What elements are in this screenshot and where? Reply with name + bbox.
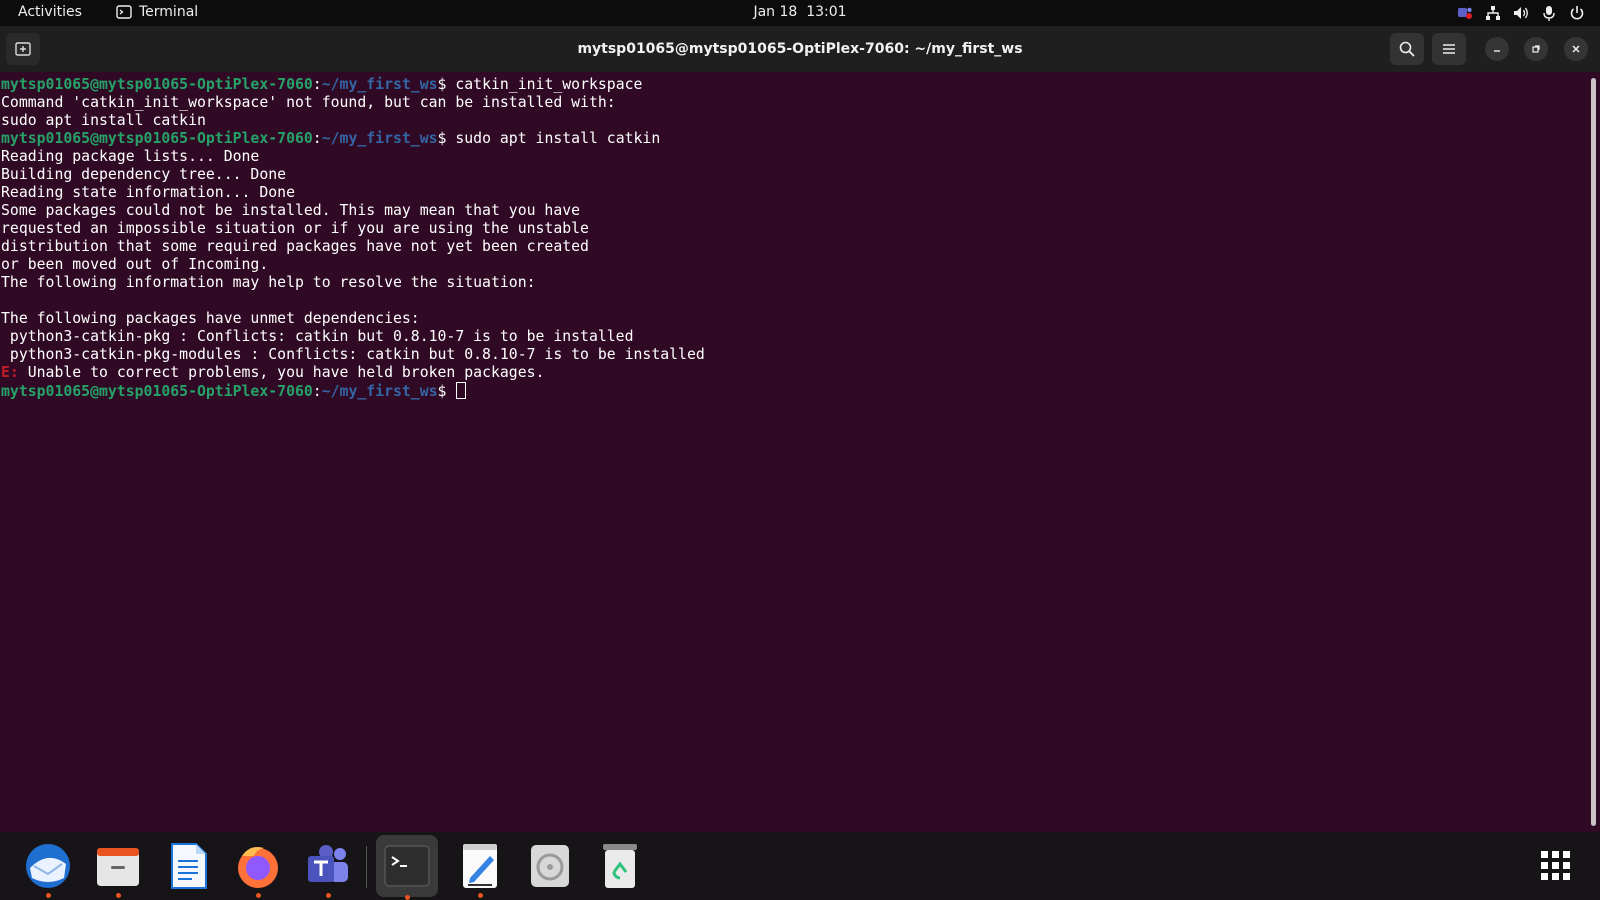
app-menu[interactable]: Terminal (116, 4, 198, 20)
clock: Jan 18 13:01 (0, 4, 1600, 20)
output-line: sudo apt install catkin (1, 112, 206, 129)
error-line: E: Unable to correct problems, you have … (1, 364, 1600, 382)
prompt-symbol: $ (437, 130, 456, 147)
prompt-user: mytsp01065@mytsp01065-OptiPlex-7060 (1, 76, 313, 93)
prompt-line: mytsp01065@mytsp01065-OptiPlex-7060:~/my… (1, 382, 1600, 400)
new-tab-icon (15, 42, 31, 56)
minimize-icon (1494, 50, 1500, 52)
dock-separator (366, 846, 367, 888)
dock-firefox[interactable] (232, 840, 284, 898)
running-indicator (478, 893, 483, 898)
prompt-line: mytsp01065@mytsp01065-OptiPlex-7060:~/my… (1, 76, 1600, 94)
dock-files[interactable] (92, 840, 144, 898)
minimize-button[interactable] (1485, 37, 1509, 61)
text-cursor[interactable] (456, 382, 467, 399)
output-line: Reading package lists... Done (1, 148, 260, 165)
files-icon (97, 848, 139, 886)
output-line: requested an impossible situation or if … (1, 220, 589, 237)
prompt-symbol: $ (437, 76, 456, 93)
running-indicator (46, 893, 51, 898)
restore-button[interactable] (1524, 37, 1548, 61)
prompt-line: mytsp01065@mytsp01065-OptiPlex-7060:~/my… (1, 130, 1600, 148)
thunderbird-icon (26, 844, 70, 888)
teams-icon (308, 845, 348, 882)
window-title-bar[interactable]: mytsp01065@mytsp01065-OptiPlex-7060: ~/m… (0, 26, 1600, 72)
teams-icon[interactable] (1456, 4, 1474, 22)
date: Jan 18 (753, 4, 798, 20)
dock-libreoffice-writer[interactable] (162, 840, 214, 892)
output-line: Building dependency tree... Done (1, 166, 287, 183)
time: 13:01 (806, 4, 847, 20)
output-line: or been moved out of Incoming. (1, 256, 269, 273)
prompt-colon: : (312, 130, 322, 147)
menu-button[interactable] (1432, 33, 1466, 65)
system-tray[interactable] (1456, 4, 1586, 22)
prompt-symbol: $ (437, 383, 456, 400)
prompt-path: ~/my_first_ws (321, 76, 438, 93)
running-indicator (256, 893, 261, 898)
activities-button[interactable]: Activities (18, 4, 82, 20)
search-button[interactable] (1390, 33, 1424, 65)
libreoffice-writer-icon (171, 843, 207, 889)
terminal-output[interactable]: mytsp01065@mytsp01065-OptiPlex-7060:~/my… (0, 72, 1600, 832)
terminal-small-icon (116, 5, 132, 19)
volume-icon[interactable] (1512, 4, 1530, 22)
running-indicator (326, 893, 331, 898)
prompt-colon: : (312, 383, 322, 400)
prompt-colon: : (312, 76, 322, 93)
network-icon[interactable] (1484, 4, 1502, 22)
disc-icon (531, 845, 569, 887)
dock-disc[interactable] (524, 840, 576, 892)
trash-icon (603, 844, 637, 888)
hamburger-menu-icon (1443, 44, 1455, 54)
running-indicator (405, 895, 410, 900)
command-text: catkin_init_workspace (455, 76, 643, 93)
output-line: python3-catkin-pkg : Conflicts: catkin b… (1, 328, 634, 345)
output-line: Some packages could not be installed. Th… (1, 202, 581, 219)
output-line: distribution that some required packages… (1, 238, 589, 255)
window-title: mytsp01065@mytsp01065-OptiPlex-7060: ~/m… (577, 41, 1023, 57)
top-bar: Activities Terminal Jan 18 13:01 (0, 0, 1600, 26)
date-time[interactable]: Jan 18 13:01 (753, 4, 846, 20)
prompt-user: mytsp01065@mytsp01065-OptiPlex-7060 (1, 383, 313, 400)
dock-terminal[interactable] (376, 835, 438, 900)
close-button[interactable] (1564, 37, 1588, 61)
firefox-icon (238, 847, 278, 888)
error-prefix: E: (1, 364, 19, 381)
restore-icon (1532, 45, 1540, 53)
output-line: Command 'catkin_init_workspace' not foun… (1, 94, 616, 111)
output-line: The following packages have unmet depend… (1, 310, 420, 327)
command-text: sudo apt install catkin (455, 130, 661, 147)
power-icon[interactable] (1568, 4, 1586, 22)
close-icon (1572, 45, 1580, 53)
output-line: python3-catkin-pkg-modules : Conflicts: … (1, 346, 705, 363)
dock (0, 832, 1600, 900)
dock-thunderbird[interactable] (22, 840, 74, 898)
error-message: Unable to correct problems, you have hel… (18, 364, 545, 381)
terminal-scrollbar[interactable] (1591, 78, 1596, 826)
dock-text-editor[interactable] (454, 840, 506, 898)
output-line: The following information may help to re… (1, 274, 536, 291)
text-editor-icon (463, 844, 497, 888)
output-line: Reading state information... Done (1, 184, 295, 201)
terminal-icon (384, 845, 430, 887)
new-tab-button[interactable] (6, 33, 40, 65)
show-apps-button[interactable] (1534, 840, 1578, 892)
prompt-path: ~/my_first_ws (321, 130, 438, 147)
running-indicator (116, 893, 121, 898)
dock-trash[interactable] (594, 840, 646, 892)
show-apps-icon (1541, 851, 1570, 880)
app-name: Terminal (139, 4, 199, 20)
prompt-path: ~/my_first_ws (321, 383, 438, 400)
dock-teams[interactable] (302, 840, 354, 898)
search-icon (1399, 41, 1415, 57)
prompt-user: mytsp01065@mytsp01065-OptiPlex-7060 (1, 130, 313, 147)
microphone-icon[interactable] (1540, 4, 1558, 22)
